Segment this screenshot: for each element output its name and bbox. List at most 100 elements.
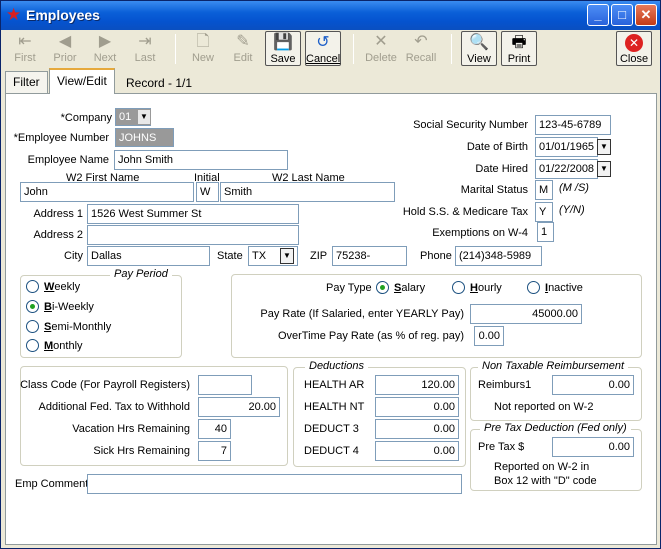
address2-label: Address 2	[33, 229, 83, 241]
tab-view-edit[interactable]: View/Edit	[49, 68, 115, 94]
deduction-value-field[interactable]: 0.00	[375, 397, 459, 417]
view-label: View	[467, 53, 491, 65]
employee-number-field[interactable]: JOHNS	[115, 128, 174, 147]
pay-period-monthly-radio[interactable]: Monthly	[26, 339, 83, 352]
maximize-icon: □	[618, 7, 626, 22]
pretax-field[interactable]: 0.00	[552, 437, 634, 457]
close-label: Close	[619, 53, 649, 65]
recall-button[interactable]: ↶ Recall	[403, 31, 439, 66]
close-button[interactable]: ✕ Close	[616, 31, 652, 66]
address1-label: Address 1	[33, 208, 83, 220]
cancel-button[interactable]: ↺ Cancel	[305, 31, 341, 66]
maximize-button[interactable]: □	[611, 4, 633, 26]
next-record-icon: ▶	[98, 33, 112, 50]
date-hired-field[interactable]: 01/22/2008	[535, 159, 598, 179]
toolbar-separator	[353, 34, 354, 64]
sick-hrs-field[interactable]: 7	[198, 441, 231, 461]
deduction-label: HEALTH NT	[304, 401, 365, 413]
pay-type-inactive-radio[interactable]: Inactive	[527, 281, 583, 294]
employee-name-label: Employee Name	[27, 154, 109, 166]
deduction-value-field[interactable]: 0.00	[375, 441, 459, 461]
pay-period-biweekly-radio[interactable]: Bi-Weekly	[26, 300, 94, 313]
pay-type-salary-radio[interactable]: Salary	[376, 281, 425, 294]
employees-window: ★ Employees _ □ ✕ ⇤ First ◀ Prior ▶ Next…	[0, 0, 661, 549]
pay-period-weekly-radio[interactable]: Weekly	[26, 280, 80, 293]
deduction-value-field[interactable]: 120.00	[375, 375, 459, 395]
city-label: City	[64, 250, 83, 262]
print-button[interactable]: 🖶 Print	[501, 31, 537, 66]
pencil-icon: ✎	[236, 33, 250, 50]
zip-field[interactable]: 75238-	[332, 246, 407, 266]
semimonthly-label: emi-Monthly	[51, 320, 112, 333]
cancel-label: Cancel	[306, 53, 341, 65]
last-record-icon: ⇥	[138, 33, 152, 50]
title-bar: ★ Employees _ □ ✕	[1, 1, 660, 30]
deduction-value-field[interactable]: 0.00	[375, 419, 459, 439]
semimonthly-access-key: S	[44, 320, 52, 333]
close-icon: ✕	[640, 7, 652, 22]
reimburs1-field[interactable]: 0.00	[552, 375, 634, 395]
first-button[interactable]: ⇤ First	[7, 31, 43, 66]
radio-icon	[452, 281, 465, 294]
city-field[interactable]: Dallas	[87, 246, 210, 266]
employee-name-field[interactable]: John Smith	[114, 150, 288, 170]
non-taxable-title: Non Taxable Reimbursement	[478, 360, 629, 372]
biweekly-access-key: B	[44, 300, 52, 313]
class-code-field[interactable]	[198, 375, 252, 395]
tab-filter[interactable]: Filter	[5, 71, 48, 93]
new-document-icon: 🗋	[196, 33, 210, 50]
view-button[interactable]: 🔍 View	[461, 31, 497, 66]
view-edit-panel: *Company 01 ▼ *Employee Number JOHNS Emp…	[5, 93, 657, 545]
w2-first-name-field[interactable]: John	[20, 182, 194, 202]
address2-field[interactable]	[87, 225, 299, 245]
marital-status-field[interactable]: M	[535, 180, 553, 200]
delete-label: Delete	[365, 52, 397, 64]
next-button[interactable]: ▶ Next	[87, 31, 123, 66]
monthly-label: onthly	[53, 339, 83, 352]
delete-button[interactable]: ✕ Delete	[363, 31, 399, 66]
first-label: First	[14, 52, 36, 64]
pay-period-semimonthly-radio[interactable]: Semi-Monthly	[26, 320, 111, 333]
additional-fed-tax-field[interactable]: 20.00	[198, 397, 280, 417]
hourly-label: ourly	[477, 281, 502, 294]
edit-label: Edit	[233, 52, 253, 64]
date-hired-dropdown-button[interactable]: ▼	[597, 161, 611, 177]
radio-icon	[26, 280, 39, 293]
minimize-icon: _	[594, 7, 602, 22]
hold-ss-medicare-field[interactable]: Y	[535, 202, 553, 222]
hourly-access-key: H	[470, 281, 478, 294]
next-label: Next	[93, 52, 117, 64]
minimize-button[interactable]: _	[587, 4, 609, 26]
phone-field[interactable]: (214)348-5989	[455, 246, 542, 266]
dob-field[interactable]: 01/01/1965	[535, 137, 598, 157]
w2-last-name-field[interactable]: Smith	[220, 182, 395, 202]
reimburs1-label: Reimburs1	[478, 379, 532, 391]
prior-button[interactable]: ◀ Prior	[47, 31, 83, 66]
dob-label: Date of Birth	[466, 141, 528, 153]
new-button[interactable]: 🗋 New	[185, 31, 221, 66]
marital-status-hint: (M /S)	[559, 182, 589, 194]
overtime-rate-field[interactable]: 0.00	[474, 326, 504, 346]
vacation-hrs-field[interactable]: 40	[198, 419, 231, 439]
address1-field[interactable]: 1526 West Summer St	[87, 204, 299, 224]
pay-type-hourly-radio[interactable]: Hourly	[452, 281, 502, 294]
emp-comment-field[interactable]	[87, 474, 462, 494]
ssn-label: Social Security Number	[413, 119, 528, 131]
recall-label: Recall	[405, 52, 437, 64]
pay-rate-field[interactable]: 45000.00	[470, 304, 582, 324]
dob-dropdown-button[interactable]: ▼	[597, 139, 611, 155]
pay-rate-label: Pay Rate (If Salaried, enter YEARLY Pay)	[260, 308, 464, 320]
vacation-hrs-label: Vacation Hrs Remaining	[72, 423, 190, 435]
edit-button[interactable]: ✎ Edit	[225, 31, 261, 66]
last-button[interactable]: ⇥ Last	[127, 31, 163, 66]
company-dropdown-button[interactable]: ▼	[137, 109, 151, 125]
initial-field[interactable]: W	[196, 182, 219, 202]
save-button[interactable]: 💾 Save	[265, 31, 301, 66]
exemptions-field[interactable]: 1	[537, 222, 554, 242]
state-label: State	[217, 250, 243, 262]
close-window-button[interactable]: ✕	[635, 4, 657, 26]
state-dropdown-button[interactable]: ▼	[280, 248, 294, 264]
close-glyph: ✕	[625, 34, 643, 52]
prior-record-icon: ◀	[58, 33, 72, 50]
ssn-field[interactable]: 123-45-6789	[535, 115, 611, 135]
